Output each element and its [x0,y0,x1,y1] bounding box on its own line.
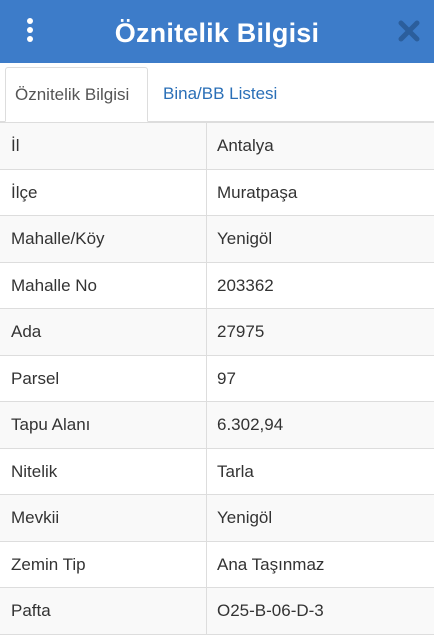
attribute-value: O25-B-06-D-3 [217,601,324,620]
attribute-value: 6.302,94 [217,415,284,434]
attribute-key: Ada [0,309,207,355]
attribute-value: Muratpaşa [217,182,298,202]
attribute-table: İl Antalya İlçe Muratpaşa Mahalle/Köy Ye… [0,122,434,635]
attribute-value: Yenigöl [217,229,273,248]
attribute-key: İlçe [0,169,207,215]
close-icon[interactable] [396,18,422,44]
attribute-key: Tapu Alanı [0,402,207,448]
page-title: Öznitelik Bilgisi [114,18,320,48]
table-row: İl Antalya [0,123,434,170]
attribute-value: Antalya [217,136,274,155]
table-row: Nitelik Tarla [0,448,434,495]
table-row: Mahalle/Köy Yenigöl [0,216,434,263]
attribute-value: Ana Taşınmaz [217,554,325,574]
table-row: Mevkii Yenigöl [0,495,434,542]
attribute-key: Zemin Tip [0,541,207,587]
table-row: İlçe Muratpaşa [0,169,434,216]
app-header: Öznitelik Bilgisi [0,0,434,63]
tab-bar: Öznitelik Bilgisi Bina/BB Listesi [0,63,434,122]
table-row: Mahalle No 203362 [0,262,434,309]
table-row: Ada 27975 [0,309,434,356]
attribute-key: Mahalle/Köy [0,216,207,262]
table-row: Parsel 97 [0,355,434,402]
tab-building-list[interactable]: Bina/BB Listesi [154,67,286,121]
attribute-value: 97 [217,368,236,388]
table-row: Tapu Alanı 6.302,94 [0,402,434,449]
attribute-key: İl [0,123,207,169]
attribute-key: Parsel [0,355,207,401]
attribute-value: 203362 [217,275,274,295]
attribute-key: Mahalle No [0,262,207,308]
attribute-key: Pafta [0,588,207,634]
attribute-key: Nitelik [0,448,207,494]
attribute-key: Mevkii [0,495,207,541]
attribute-value: Tarla [217,461,254,481]
table-row: Pafta O25-B-06-D-3 [0,588,434,635]
tab-attribute-info[interactable]: Öznitelik Bilgisi [5,67,148,122]
table-row: Zemin Tip Ana Taşınmaz [0,541,434,588]
attribute-value: 27975 [217,322,265,341]
attribute-value: Yenigöl [217,508,273,527]
